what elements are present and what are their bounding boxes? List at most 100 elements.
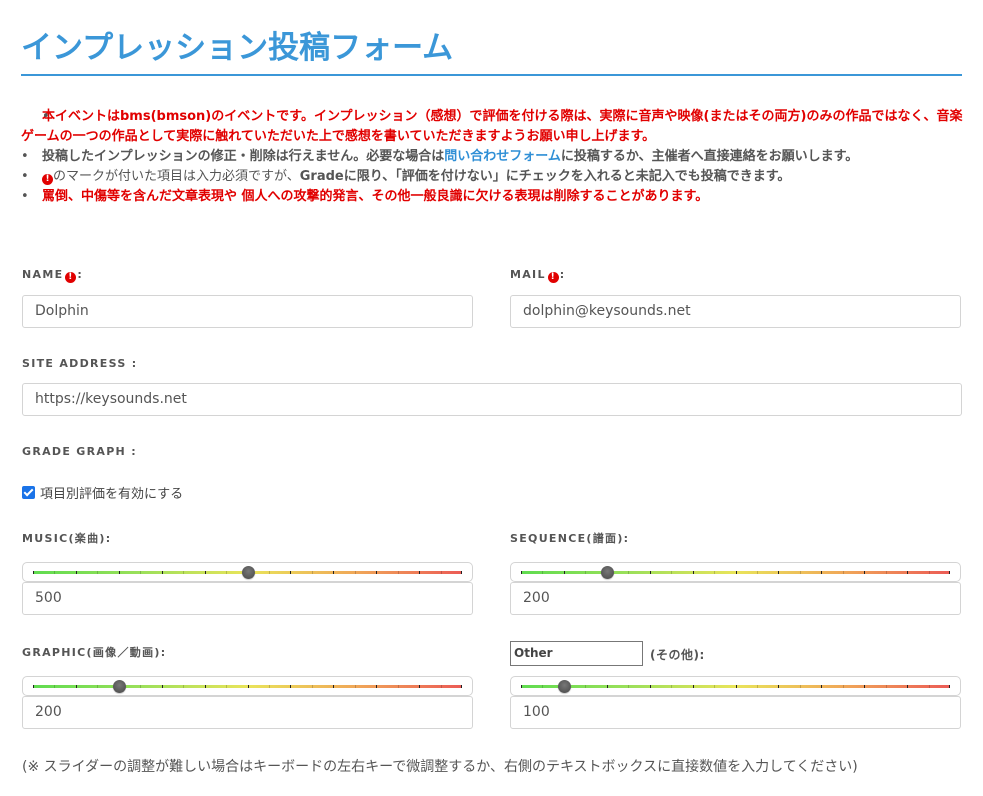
notice-text: 罵倒、中傷等を含んだ文章表現や 個人への攻撃的発言、その他一般良識に欠ける表現は… bbox=[42, 189, 709, 204]
slider-major-tick bbox=[162, 571, 163, 574]
slider-minor-tick bbox=[269, 571, 270, 574]
other-category-suffix: (その他): bbox=[650, 648, 705, 662]
slider-minor-tick bbox=[355, 571, 356, 574]
slider-major-tick bbox=[778, 571, 779, 574]
other-category-name-input[interactable]: Other bbox=[510, 641, 643, 666]
enable-item-grading-checkbox[interactable] bbox=[22, 486, 35, 499]
slider-major-tick bbox=[376, 685, 377, 688]
slider-major-tick bbox=[949, 571, 950, 574]
music-slider[interactable] bbox=[22, 562, 473, 582]
sequence-value-input[interactable]: 200 bbox=[510, 582, 961, 615]
slider-major-tick bbox=[736, 571, 737, 574]
notice-text: 本イベントはbms(bmson)のイベントです。インプレッション（感想）で評価を… bbox=[21, 109, 963, 144]
enable-item-grading-label: 項目別評価を有効にする bbox=[40, 487, 184, 502]
slider-major-tick bbox=[907, 685, 908, 688]
enable-item-grading-row[interactable]: 項目別評価を有効にする bbox=[22, 483, 183, 502]
slider-major-tick bbox=[949, 685, 950, 688]
slider-minor-tick bbox=[628, 685, 629, 688]
slider-major-tick bbox=[778, 685, 779, 688]
contact-form-link[interactable]: 問い合わせフォーム bbox=[444, 149, 561, 164]
mail-label: MAIL!: bbox=[510, 268, 566, 283]
sequence-slider[interactable] bbox=[510, 562, 961, 582]
notice-text: のマークが付いた項目は入力必須ですが、 bbox=[53, 169, 300, 184]
slider-minor-tick bbox=[542, 571, 543, 574]
notice-list: 本イベントはbms(bmson)のイベントです。インプレッション（感想）で評価を… bbox=[21, 107, 966, 207]
slider-major-tick bbox=[607, 685, 608, 688]
slider-thumb[interactable] bbox=[557, 680, 571, 693]
name-input[interactable]: Dolphin bbox=[22, 295, 473, 328]
slider-minor-tick bbox=[226, 685, 227, 688]
slider-major-tick bbox=[205, 571, 206, 574]
slider-major-tick bbox=[461, 571, 462, 574]
other-value-input[interactable]: 100 bbox=[510, 696, 961, 729]
slider-minor-tick bbox=[97, 571, 98, 574]
required-icon: ! bbox=[547, 272, 559, 283]
slider-major-tick bbox=[521, 685, 522, 688]
slider-minor-tick bbox=[714, 685, 715, 688]
graphic-value-input[interactable]: 200 bbox=[22, 696, 473, 729]
music-label: MUSIC(楽曲): bbox=[22, 532, 112, 545]
slider-major-tick bbox=[333, 571, 334, 574]
music-value-input[interactable]: 500 bbox=[22, 582, 473, 615]
slider-major-tick bbox=[864, 685, 865, 688]
slider-minor-tick bbox=[54, 685, 55, 688]
slider-track[interactable] bbox=[33, 685, 462, 688]
slider-thumb[interactable] bbox=[112, 680, 126, 693]
notice-text: Gradeに限り、「評価を付けない」にチェックを入れると未記入でも投稿できます。 bbox=[299, 169, 791, 184]
slider-minor-tick bbox=[441, 685, 442, 688]
notice-text: 投稿したインプレッションの修正・削除は行えません。必要な場合は bbox=[42, 149, 445, 164]
slider-minor-tick bbox=[441, 571, 442, 574]
slider-major-tick bbox=[248, 685, 249, 688]
mail-input[interactable]: dolphin@keysounds.net bbox=[510, 295, 961, 328]
other-slider[interactable] bbox=[510, 676, 961, 696]
slider-minor-tick bbox=[800, 571, 801, 574]
slider-minor-tick bbox=[886, 685, 887, 688]
slider-minor-tick bbox=[355, 685, 356, 688]
slider-major-tick bbox=[693, 685, 694, 688]
slider-minor-tick bbox=[269, 685, 270, 688]
slider-minor-tick bbox=[398, 685, 399, 688]
slider-minor-tick bbox=[398, 571, 399, 574]
slider-track[interactable] bbox=[521, 571, 950, 574]
site-address-label: SITE ADDRESS : bbox=[22, 357, 138, 370]
slider-minor-tick bbox=[886, 571, 887, 574]
slider-minor-tick bbox=[671, 571, 672, 574]
slider-major-tick bbox=[376, 571, 377, 574]
slider-thumb[interactable] bbox=[600, 566, 614, 579]
slider-minor-tick bbox=[929, 685, 930, 688]
slider-major-tick bbox=[461, 685, 462, 688]
slider-minor-tick bbox=[312, 571, 313, 574]
name-label: NAME!: bbox=[22, 268, 84, 283]
slider-minor-tick bbox=[714, 571, 715, 574]
slider-major-tick bbox=[290, 685, 291, 688]
slider-minor-tick bbox=[843, 685, 844, 688]
slider-thumb[interactable] bbox=[241, 566, 255, 579]
slider-major-tick bbox=[419, 571, 420, 574]
slider-minor-tick bbox=[628, 571, 629, 574]
slider-major-tick bbox=[650, 571, 651, 574]
slider-major-tick bbox=[205, 685, 206, 688]
site-address-input[interactable]: https://keysounds.net bbox=[22, 383, 962, 416]
slider-minor-tick bbox=[312, 685, 313, 688]
slider-minor-tick bbox=[585, 571, 586, 574]
slider-major-tick bbox=[821, 685, 822, 688]
page-title: インプレッション投稿フォーム bbox=[21, 30, 454, 66]
slider-major-tick bbox=[419, 685, 420, 688]
required-icon: ! bbox=[42, 174, 53, 185]
slider-minor-tick bbox=[226, 571, 227, 574]
notice-item: 本イベントはbms(bmson)のイベントです。インプレッション（感想）で評価を… bbox=[21, 107, 966, 147]
graphic-slider[interactable] bbox=[22, 676, 473, 696]
slider-minor-tick bbox=[671, 685, 672, 688]
slider-major-tick bbox=[821, 571, 822, 574]
slider-major-tick bbox=[33, 571, 34, 574]
slider-track[interactable] bbox=[521, 685, 950, 688]
slider-minor-tick bbox=[585, 685, 586, 688]
slider-minor-tick bbox=[140, 571, 141, 574]
slider-major-tick bbox=[333, 685, 334, 688]
slider-minor-tick bbox=[183, 571, 184, 574]
slider-minor-tick bbox=[800, 685, 801, 688]
required-icon: ! bbox=[65, 272, 77, 283]
notice-item: 罵倒、中傷等を含んだ文章表現や 個人への攻撃的発言、その他一般良識に欠ける表現は… bbox=[21, 187, 966, 207]
slider-minor-tick bbox=[542, 685, 543, 688]
notice-item: 投稿したインプレッションの修正・削除は行えません。必要な場合は問い合わせフォーム… bbox=[21, 147, 966, 167]
